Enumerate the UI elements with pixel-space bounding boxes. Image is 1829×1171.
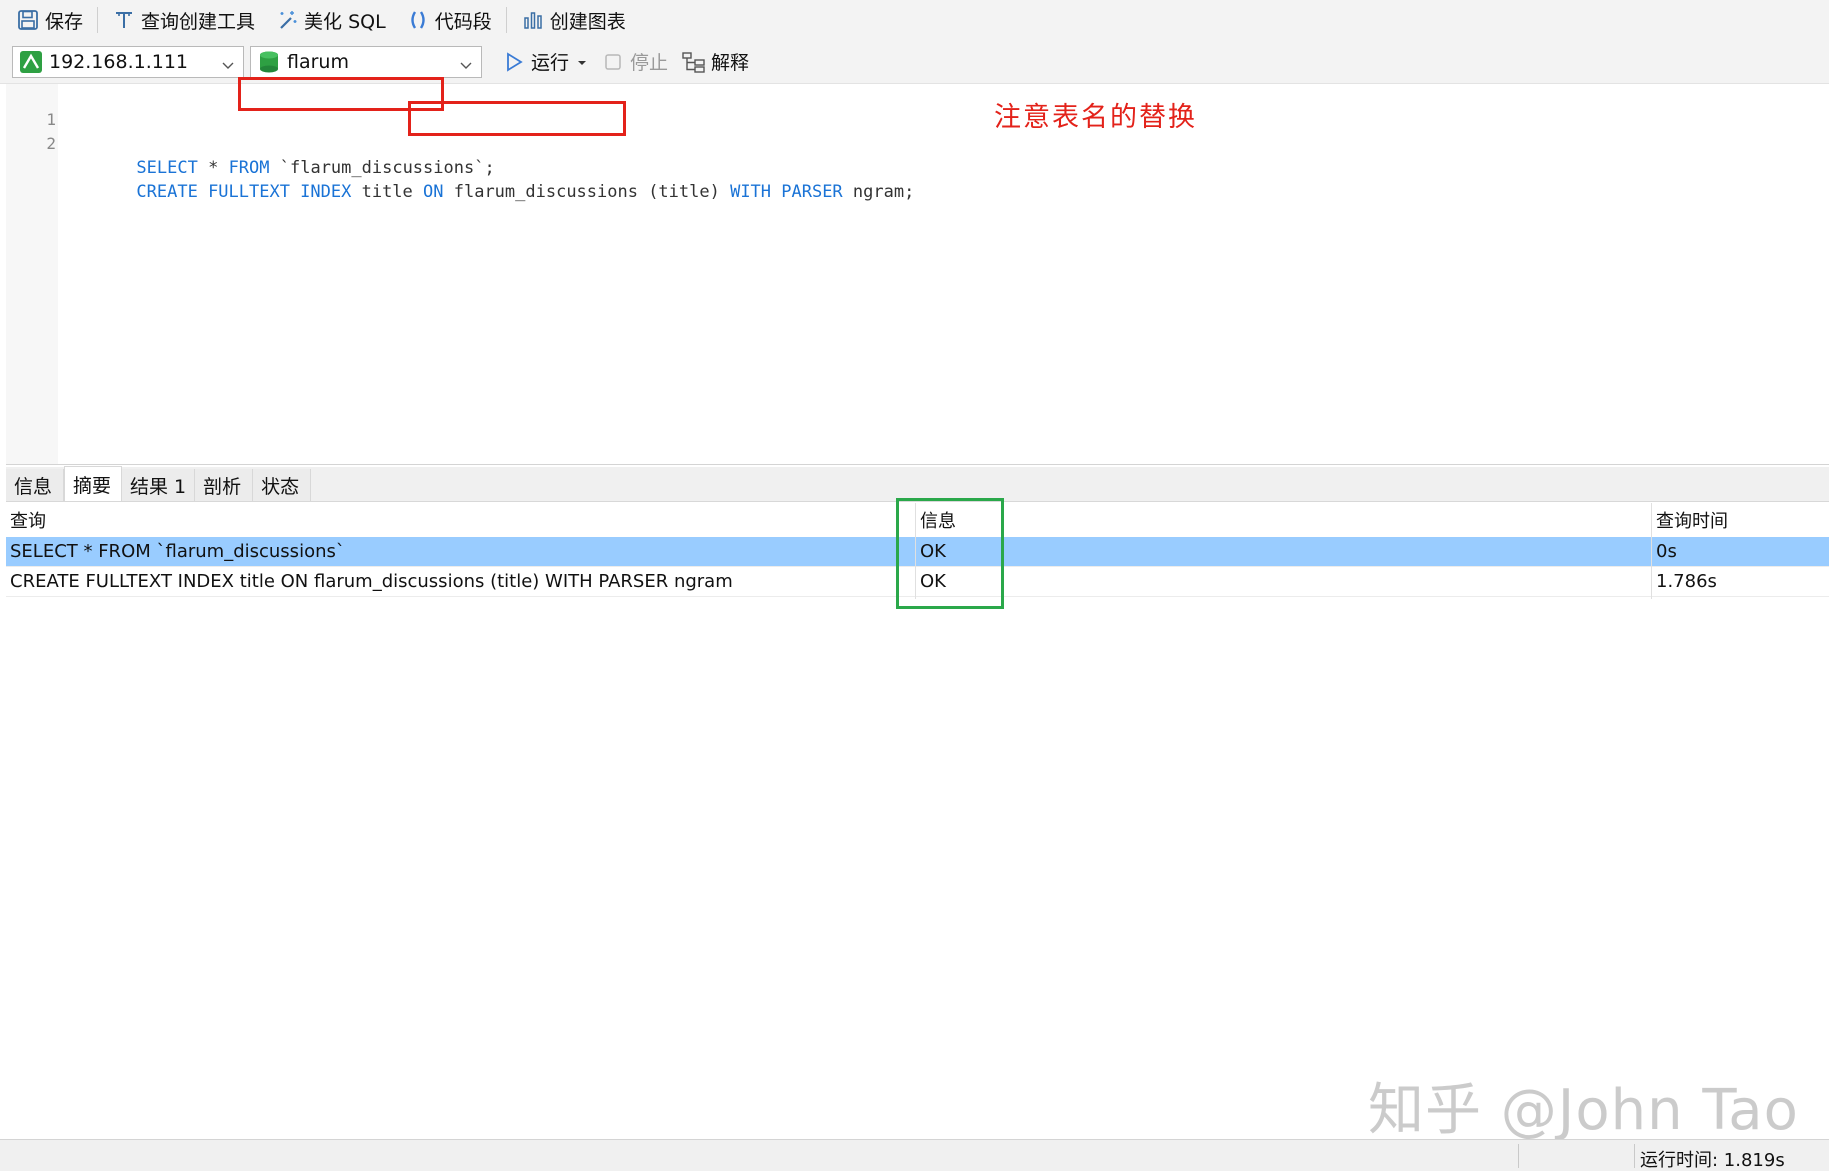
magic-wand-icon	[275, 8, 299, 32]
summary-grid: 查询 信息 查询时间 SELECT * FROM `flarum_discuss…	[6, 498, 1829, 1139]
column-header-info[interactable]: 信息	[916, 503, 1652, 536]
floppy-disk-icon	[16, 8, 40, 32]
code-text: CREATE FULLTEXT INDEX title ON flarum_di…	[75, 156, 914, 228]
code-snippet-label: 代码段	[434, 10, 492, 33]
sql-keyword: WITH PARSER	[730, 182, 843, 202]
run-label: 运行	[531, 52, 570, 74]
chevron-down-icon	[221, 55, 235, 69]
sql-text: title	[351, 182, 424, 202]
connection-host: 192.168.1.111	[49, 50, 189, 73]
explain-tree-icon	[682, 50, 706, 74]
tab-status[interactable]: 状态	[253, 469, 312, 501]
connection-icon	[19, 50, 43, 74]
status-bar: 运行时间: 1.819s	[0, 1139, 1829, 1171]
create-chart-button[interactable]: 创建图表	[515, 3, 632, 37]
column-header-query-time[interactable]: 查询时间	[1652, 503, 1829, 536]
cell-info: OK	[920, 541, 946, 562]
run-button[interactable]: 运行	[502, 48, 587, 75]
stop-label: 停止	[630, 52, 669, 74]
bar-chart-icon	[521, 8, 545, 32]
sql-text: ngram;	[842, 182, 915, 202]
sql-editor[interactable]: 1 SELECT * FROM `flarum_discussions`; 2 …	[6, 77, 1829, 465]
query-builder-label: 查询创建工具	[141, 10, 256, 33]
cell-query-time: 1.786s	[1656, 571, 1717, 592]
tab-profile[interactable]: 剖析	[195, 469, 254, 501]
result-tabs: 信息 摘要 结果 1 剖析 状态	[6, 466, 1829, 502]
highlight-box-table-name	[408, 101, 626, 136]
explain-label: 解释	[711, 52, 750, 74]
status-divider	[1634, 1144, 1635, 1168]
tab-result-1[interactable]: 结果 1	[122, 469, 196, 501]
query-builder-button[interactable]: 查询创建工具	[106, 3, 261, 37]
create-chart-label: 创建图表	[549, 10, 626, 33]
sql-keyword: CREATE FULLTEXT INDEX	[136, 182, 352, 202]
cell-info: OK	[920, 571, 946, 592]
database-select[interactable]: flarum	[250, 45, 482, 78]
parentheses-icon	[406, 8, 430, 32]
stop-button[interactable]: 停止	[601, 48, 668, 75]
annotation-text: 注意表名的替换	[994, 102, 1197, 133]
run-dropdown-icon[interactable]	[577, 51, 587, 73]
beautify-sql-button[interactable]: 美化 SQL	[269, 3, 392, 37]
watermark: 知乎 @John Tao	[1368, 1078, 1799, 1143]
cell-query: SELECT * FROM `flarum_discussions`	[10, 541, 345, 562]
sql-text: flarum_discussions (title)	[443, 182, 731, 202]
database-icon	[257, 50, 281, 74]
cell-query-time: 0s	[1656, 541, 1677, 562]
code-snippet-button[interactable]: 代码段	[400, 3, 498, 37]
main-toolbar: 保存 查询创建工具 美化 SQL 代码段 创建图表	[0, 0, 1829, 40]
chevron-down-icon	[459, 55, 473, 69]
save-label: 保存	[45, 10, 84, 33]
save-button[interactable]: 保存	[10, 3, 89, 37]
tab-info[interactable]: 信息	[6, 469, 64, 501]
toolbar-divider	[97, 7, 99, 33]
beautify-sql-label: 美化 SQL	[304, 10, 386, 33]
line-number: 2	[46, 134, 56, 153]
database-name: flarum	[287, 50, 349, 73]
sql-keyword: ON	[423, 182, 444, 202]
explain-button[interactable]: 解释	[682, 48, 749, 75]
play-icon	[502, 50, 526, 74]
column-header-query[interactable]: 查询	[6, 503, 916, 536]
connection-select[interactable]: 192.168.1.111	[12, 45, 244, 78]
status-divider	[1518, 1144, 1519, 1168]
stop-icon	[601, 50, 625, 74]
run-time-status: 运行时间: 1.819s	[1640, 1150, 1785, 1171]
query-builder-icon	[112, 8, 136, 32]
tab-summary[interactable]: 摘要	[64, 466, 122, 501]
highlight-box-info-column	[896, 498, 1004, 609]
column-divider[interactable]	[1651, 503, 1652, 599]
toolbar-divider	[505, 7, 507, 33]
cell-query: CREATE FULLTEXT INDEX title ON flarum_di…	[10, 571, 733, 592]
